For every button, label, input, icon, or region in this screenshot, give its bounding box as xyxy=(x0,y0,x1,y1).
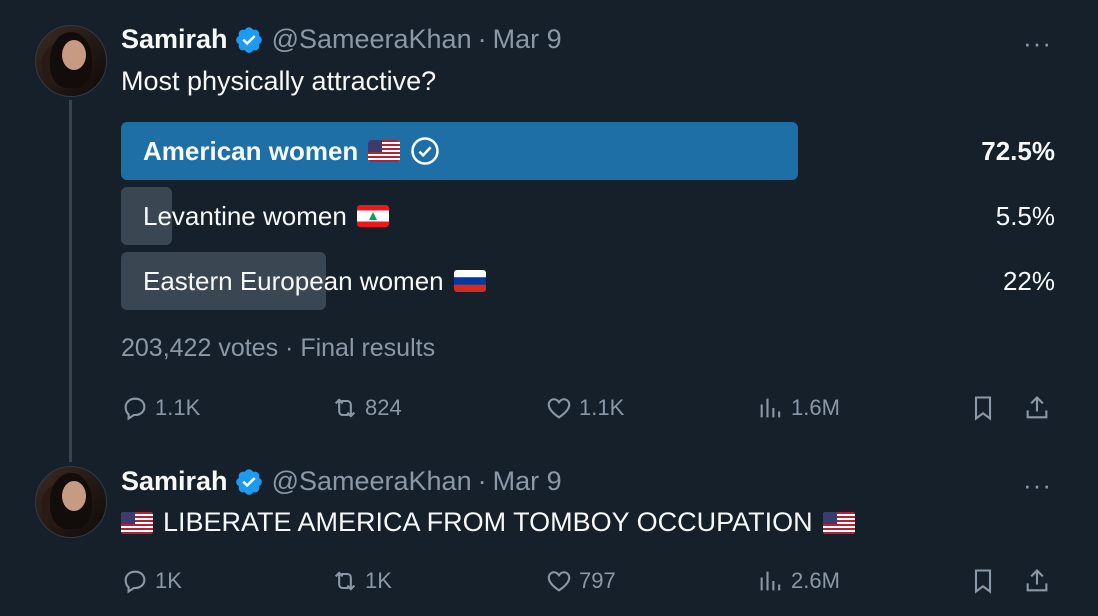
retweet-icon xyxy=(334,571,356,591)
avatar[interactable] xyxy=(35,466,107,538)
bookmark-icon xyxy=(974,396,992,421)
us-flag-icon xyxy=(121,511,153,534)
avatar[interactable] xyxy=(35,25,107,97)
reply-icon xyxy=(124,397,146,421)
more-options-icon[interactable]: ··· xyxy=(1023,28,1052,59)
avatar-face xyxy=(62,481,86,511)
us-flag-icon xyxy=(368,140,401,162)
tweet-text: LIBERATE AMERICA FROM TOMBOY OCCUPATION xyxy=(163,507,813,537)
poll: American women 72.5% Levantine women 5.5… xyxy=(121,122,1055,317)
poll-option: American women 72.5% xyxy=(121,122,1055,180)
views-button[interactable]: 1.6M xyxy=(757,388,840,428)
thread-connector-line xyxy=(69,100,72,462)
tweet-header: Samirah @SameeraKhan · Mar 9 xyxy=(121,466,562,497)
retweet-count: 1K xyxy=(365,568,392,593)
views-chart-icon xyxy=(760,571,781,591)
like-count: 1.1K xyxy=(579,395,625,420)
selected-check-icon xyxy=(411,137,440,165)
reply-count: 1.1K xyxy=(155,395,201,420)
view-count: 2.6M xyxy=(791,568,840,593)
russia-flag-icon xyxy=(453,270,486,292)
tweet-header: Samirah @SameeraKhan · Mar 9 xyxy=(121,24,562,55)
heart-icon xyxy=(547,398,571,419)
retweet-icon xyxy=(334,398,356,418)
reply-count: 1K xyxy=(155,568,182,593)
lebanon-flag-icon xyxy=(356,205,389,227)
tweet-date[interactable]: Mar 9 xyxy=(493,24,562,55)
reply-button[interactable]: 1.1K xyxy=(121,388,200,428)
separator-dot: · xyxy=(285,334,294,362)
share-icon xyxy=(1026,569,1048,592)
reply-icon xyxy=(124,570,146,594)
view-count: 1.6M xyxy=(791,395,840,420)
tweet-text: Most physically attractive? xyxy=(121,66,437,96)
poll-option-label-wrap: Eastern European women xyxy=(143,252,486,310)
heart-icon xyxy=(547,571,571,592)
tweet-actions: 1K 1K 797 2.6M xyxy=(121,561,1055,601)
share-button[interactable] xyxy=(1023,561,1051,601)
poll-option-percent: 22% xyxy=(1002,265,1055,296)
poll-option: Levantine women 5.5% xyxy=(121,187,1055,245)
poll-option-label: Eastern European women xyxy=(143,265,444,296)
like-button[interactable]: 797 xyxy=(545,561,616,601)
poll-option: Eastern European women 22% xyxy=(121,252,1055,310)
us-flag-icon xyxy=(822,511,855,534)
poll-option-percent: 72.5% xyxy=(981,135,1055,166)
author-handle[interactable]: @SameeraKhan xyxy=(272,466,472,497)
poll-status: Final results xyxy=(300,334,436,362)
retweet-button[interactable]: 824 xyxy=(331,388,402,428)
tweet-date[interactable]: Mar 9 xyxy=(493,466,562,497)
author-handle[interactable]: @SameeraKhan xyxy=(272,24,472,55)
bookmark-icon xyxy=(974,569,992,594)
share-button[interactable] xyxy=(1023,388,1051,428)
views-chart-icon xyxy=(760,398,781,418)
retweet-button[interactable]: 1K xyxy=(331,561,392,601)
reply-button[interactable]: 1K xyxy=(121,561,182,601)
poll-option-label-wrap: American women xyxy=(143,122,440,180)
avatar-face xyxy=(62,40,86,70)
poll-option-label: American women xyxy=(143,135,359,166)
separator-dot: · xyxy=(477,466,487,496)
like-count: 797 xyxy=(579,568,616,593)
separator-dot: · xyxy=(477,24,487,54)
like-button[interactable]: 1.1K xyxy=(545,388,624,428)
poll-option-label: Levantine women xyxy=(143,200,347,231)
poll-vote-count: 203,422 votes xyxy=(121,334,279,362)
verified-badge-icon[interactable] xyxy=(234,25,264,55)
author-name[interactable]: Samirah xyxy=(121,24,228,55)
more-options-icon[interactable]: ··· xyxy=(1023,470,1052,501)
tweet-actions: 1.1K 824 1.1K 1.6M xyxy=(121,388,1055,428)
verified-badge-icon[interactable] xyxy=(234,467,264,497)
bookmark-button[interactable] xyxy=(969,561,997,601)
poll-option-label-wrap: Levantine women xyxy=(143,187,389,245)
retweet-count: 824 xyxy=(365,395,402,420)
views-button[interactable]: 2.6M xyxy=(757,561,840,601)
tweet-text-row: LIBERATE AMERICA FROM TOMBOY OCCUPATION xyxy=(121,507,855,538)
bookmark-button[interactable] xyxy=(969,388,997,428)
author-name[interactable]: Samirah xyxy=(121,466,228,497)
poll-option-percent: 5.5% xyxy=(995,200,1055,231)
poll-meta: 203,422 votes · Final results xyxy=(121,334,435,363)
share-icon xyxy=(1026,396,1048,419)
